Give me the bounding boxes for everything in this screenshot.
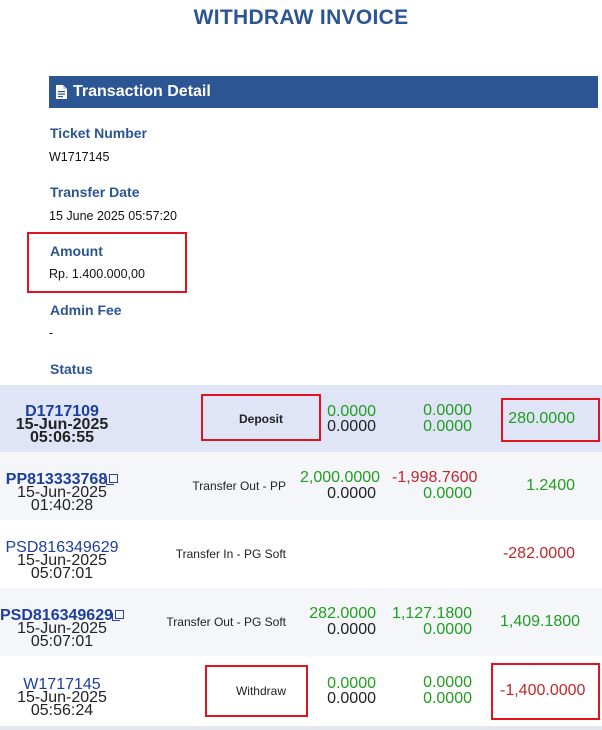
balance-change-secondary: 0.0000 (423, 621, 472, 638)
transaction-type: Transfer Out - PP (192, 479, 286, 493)
copy-icon[interactable] (111, 610, 124, 621)
transaction-date: 15-Jun-2025 05:06:55 (15, 416, 109, 446)
transaction-type: Transfer In - PG Soft (175, 547, 286, 561)
transaction-date: 15-Jun-2025 05:07:01 (17, 552, 107, 582)
amount-in-secondary: 0.0000 (327, 418, 376, 435)
transaction-ref: PSD816349629 15-Jun-2025 05:07:01 (0, 608, 124, 650)
transaction-detail-header: Transaction Detail (49, 76, 598, 108)
bottom-divider (0, 726, 602, 730)
copy-icon[interactable] (106, 474, 119, 485)
ticket-number-value: W1717145 (49, 150, 110, 164)
balance-change-secondary: 0.0000 (423, 690, 472, 707)
amount-in-secondary: 0.0000 (327, 485, 376, 502)
transaction-total: -282.0000 (502, 545, 575, 562)
ticket-number-label: Ticket Number (50, 125, 147, 141)
balance-change: 0.0000 (423, 402, 472, 419)
balance-change-secondary: 0.0000 (423, 418, 472, 435)
transaction-total: 1.2400 (526, 477, 575, 494)
amount-highlight-box (27, 232, 187, 293)
transfer-date-value: 15 June 2025 05:57:20 (49, 209, 177, 223)
transaction-ref: PP813333768 15-Jun-2025 01:40:28 (0, 472, 124, 514)
balance-change: -1,998.7600 (392, 469, 478, 486)
table-row: W1717145 15-Jun-2025 05:56:24 Withdraw 0… (0, 656, 602, 724)
transaction-date: 15-Jun-2025 05:56:24 (17, 689, 107, 719)
table-row: D1717109 15-Jun-2025 05:06:55 Deposit 0.… (0, 385, 602, 452)
transaction-table: D1717109 15-Jun-2025 05:06:55 Deposit 0.… (0, 385, 602, 724)
transaction-total: 1,409.1800 (500, 613, 581, 630)
amount-in-secondary: 0.0000 (327, 621, 376, 638)
transaction-ref: PSD816349629 15-Jun-2025 05:07:01 (0, 540, 124, 582)
amount-in: 0.0000 (327, 403, 376, 420)
admin-fee-label: Admin Fee (50, 302, 122, 318)
amount-in: 2,000.0000 (300, 469, 381, 486)
status-label: Status (50, 361, 93, 377)
transaction-date: 15-Jun-2025 05:07:01 (17, 620, 107, 650)
balance-change-secondary: 0.0000 (423, 485, 472, 502)
balance-change: 0.0000 (423, 674, 472, 691)
table-row: PSD816349629 15-Jun-2025 05:07:01 Transf… (0, 520, 602, 588)
transaction-total: 280.0000 (508, 410, 575, 427)
balance-change: 1,127.1800 (392, 605, 473, 622)
amount-value: Rp. 1.400.000,00 (49, 267, 145, 281)
amount-in: 282.0000 (309, 605, 376, 622)
transaction-ref: D1717109 15-Jun-2025 05:06:55 (0, 404, 124, 446)
transfer-date-label: Transfer Date (50, 184, 140, 200)
table-row: PSD816349629 15-Jun-2025 05:07:01 Transf… (0, 588, 602, 656)
transaction-type: Transfer Out - PG Soft (166, 615, 286, 629)
table-row: PP813333768 15-Jun-2025 01:40:28 Transfe… (0, 452, 602, 520)
transaction-date: 15-Jun-2025 01:40:28 (17, 484, 107, 514)
admin-fee-value: - (49, 326, 54, 340)
amount-in: 0.0000 (327, 675, 376, 692)
section-title: Transaction Detail (73, 83, 211, 100)
transaction-total: -1,400.0000 (500, 682, 586, 699)
amount-label: Amount (50, 243, 103, 259)
amount-in-secondary: 0.0000 (327, 690, 376, 707)
document-icon (56, 85, 67, 99)
transaction-ref: W1717145 15-Jun-2025 05:56:24 (0, 677, 124, 719)
page-title: WITHDRAW INVOICE (193, 6, 409, 29)
